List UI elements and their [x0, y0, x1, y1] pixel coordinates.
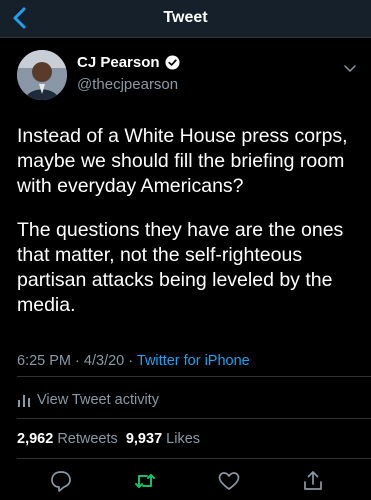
retweet-icon: [135, 474, 155, 488]
bar-chart-icon: [18, 395, 30, 407]
meta-separator: ·: [75, 353, 80, 369]
view-activity-link[interactable]: View Tweet activity: [17, 392, 159, 408]
action-bar: [0, 468, 371, 496]
tweet-date: 4/3/20: [83, 353, 125, 369]
reply-icon: [51, 471, 71, 492]
likes-stat[interactable]: 9,937 Likes: [126, 431, 200, 447]
meta-separator: ·: [128, 353, 134, 369]
tweet-text-paragraph: The questions they have are the ones tha…: [17, 219, 344, 316]
divider: [17, 458, 371, 459]
likes-count: 9,937: [125, 431, 163, 447]
heart-icon: [218, 472, 240, 490]
reply-button[interactable]: [48, 468, 74, 494]
avatar-image: [17, 50, 67, 100]
divider: [17, 376, 371, 377]
tweet-detail: CJ Pearson @thecjpearson Instead of a Wh…: [0, 38, 371, 500]
author-handle[interactable]: @thecjpearson: [77, 76, 178, 93]
engagement-stats: 2,962 Retweets 9,937 Likes: [17, 431, 200, 447]
chevron-down-icon: [344, 65, 356, 73]
avatar[interactable]: [17, 50, 67, 100]
more-options-button[interactable]: [344, 60, 356, 73]
retweets-count: 2,962: [17, 431, 54, 447]
tweet-time: 6:25 PM: [17, 353, 71, 369]
verified-badge-icon: [165, 55, 180, 70]
author-name[interactable]: CJ Pearson: [77, 54, 160, 71]
header-bar: Tweet: [0, 0, 371, 38]
divider: [17, 418, 371, 419]
tweet-meta: 6:25 PM · 4/3/20 · Twitter for iPhone: [17, 353, 250, 369]
retweets-stat[interactable]: 2,962 Retweets: [17, 431, 118, 447]
tweet-source-link[interactable]: Twitter for iPhone: [137, 353, 250, 369]
author-name-row[interactable]: CJ Pearson: [77, 54, 180, 71]
like-button[interactable]: [216, 468, 242, 494]
share-icon: [304, 471, 322, 490]
tweet-text-paragraph: Instead of a White House press corps, ma…: [17, 125, 348, 197]
page-title: Tweet: [163, 9, 208, 26]
view-activity-label: View Tweet activity: [37, 392, 159, 408]
retweet-button[interactable]: [132, 468, 158, 494]
likes-label: Likes: [166, 431, 201, 447]
retweets-label: Retweets: [57, 431, 118, 447]
share-button[interactable]: [300, 468, 326, 494]
